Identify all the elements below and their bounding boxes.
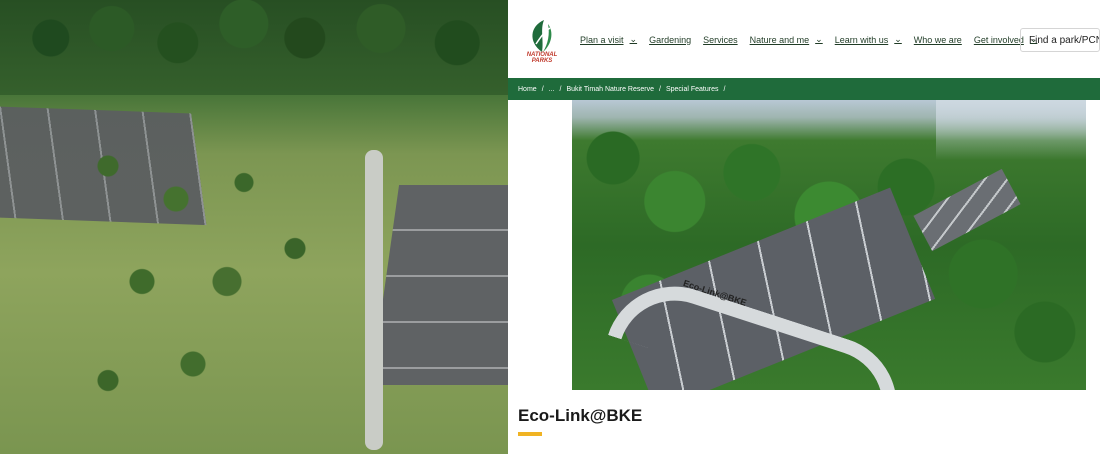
- breadcrumb-separator: /: [541, 85, 544, 93]
- nav-label: Plan a visit: [580, 34, 624, 45]
- nav-label: Nature and me: [749, 34, 810, 45]
- title-underline: [518, 432, 542, 436]
- breadcrumb-separator: /: [723, 85, 726, 93]
- hero-image: Eco-Link@BKE: [572, 100, 1086, 390]
- nav-services[interactable]: Services: [703, 34, 738, 45]
- nav-label: Learn with us: [834, 34, 889, 45]
- main-nav: Plan a visit ⌄ Gardening Services Nature…: [580, 34, 1049, 45]
- nav-nature-and-me[interactable]: Nature and me ⌄: [750, 34, 823, 45]
- chevron-down-icon: ⌄: [815, 34, 823, 44]
- breadcrumb-separator: /: [658, 85, 661, 93]
- nav-label: Gardening: [649, 34, 692, 45]
- nav-label: Services: [703, 34, 738, 45]
- sky: [936, 100, 1086, 160]
- site-header: NATIONAL PARKS Plan a visit ⌄ Gardening …: [508, 0, 1100, 78]
- eco-bridge-vegetation: [40, 100, 380, 430]
- breadcrumb-home[interactable]: Home: [518, 86, 537, 93]
- nparks-page: NATIONAL PARKS Plan a visit ⌄ Gardening …: [508, 0, 1100, 454]
- nav-label: Get involved: [973, 34, 1024, 45]
- forest-canopy: [0, 0, 508, 95]
- aerial-photo-left: [0, 0, 508, 454]
- breadcrumb-ellipsis[interactable]: ...: [549, 86, 555, 93]
- page-title: Eco-Link@BKE: [518, 406, 643, 425]
- nav-label: Who we are: [913, 34, 962, 45]
- breadcrumb-separator: /: [559, 85, 562, 93]
- expressway-right: [370, 185, 508, 385]
- breadcrumb: Home / ... / Bukit Timah Nature Reserve …: [508, 78, 1100, 100]
- breadcrumb-special-features[interactable]: Special Features: [666, 86, 719, 93]
- leaf-logo-icon: [532, 20, 552, 52]
- nav-plan-a-visit[interactable]: Plan a visit ⌄: [580, 34, 637, 45]
- nav-learn-with-us[interactable]: Learn with us ⌄: [835, 34, 902, 45]
- find-park-button[interactable]: Find a park/PCN: [1020, 28, 1100, 52]
- nav-who-we-are[interactable]: Who we are: [914, 34, 962, 45]
- nav-gardening[interactable]: Gardening: [649, 34, 691, 45]
- eco-bridge-edge: [365, 150, 383, 450]
- breadcrumb-bukit-timah[interactable]: Bukit Timah Nature Reserve: [566, 86, 654, 93]
- chevron-down-icon: ⌄: [894, 34, 902, 44]
- chevron-down-icon: ⌄: [629, 34, 638, 44]
- logo-wordmark: NATIONAL PARKS: [526, 52, 558, 64]
